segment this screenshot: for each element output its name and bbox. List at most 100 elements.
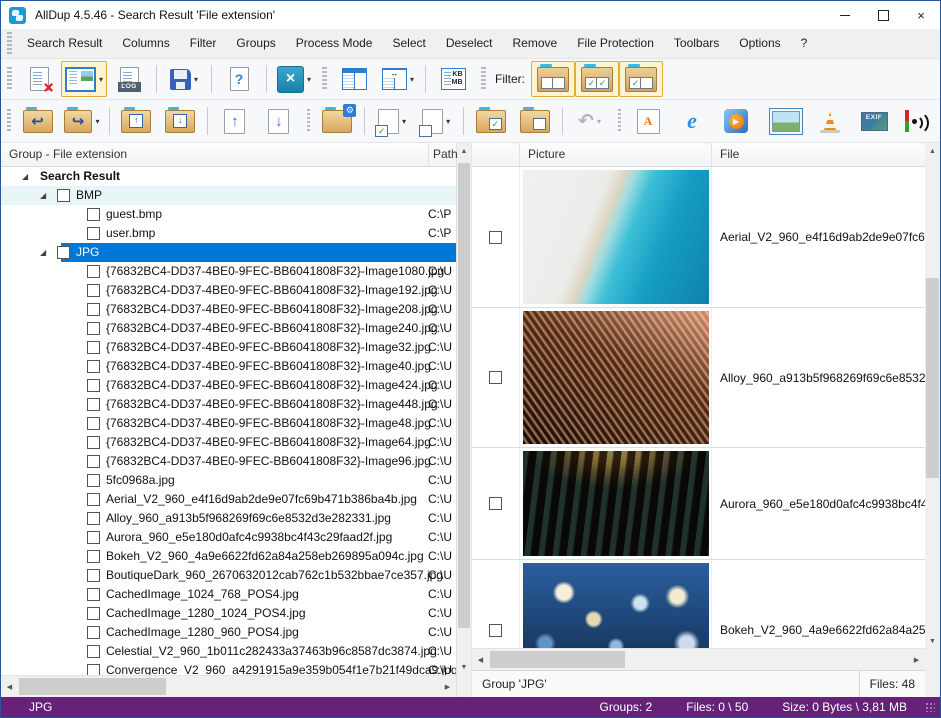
row-checkbox[interactable] <box>87 436 100 449</box>
audio-player-button[interactable] <box>896 103 940 139</box>
help-button[interactable]: ? <box>217 61 261 97</box>
row-checkbox[interactable] <box>57 189 70 202</box>
deselect-folder-button[interactable] <box>513 103 557 139</box>
grid-row[interactable]: Aerial_V2_960_e4f16d9ab2de9e07fc69b4 <box>472 167 925 308</box>
dropdown-arrow-icon[interactable]: ▾ <box>446 117 450 126</box>
folder-up-button[interactable]: ↑ <box>114 103 158 139</box>
text-viewer-button[interactable]: A <box>626 103 670 139</box>
tree-row[interactable]: Celestial_V2_960_1b011c282433a37463b96c8… <box>1 642 456 661</box>
scrollbar-thumb[interactable] <box>458 163 470 628</box>
tree-row[interactable]: {76832BC4-DD37-4BE0-9FEC-BB6041808F32}-I… <box>1 319 456 338</box>
thumbnail-aerial[interactable] <box>523 170 709 304</box>
tree-row[interactable]: {76832BC4-DD37-4BE0-9FEC-BB6041808F32}-I… <box>1 262 456 281</box>
menu-groups[interactable]: Groups <box>226 29 285 58</box>
toolbar-gripper[interactable] <box>7 67 12 91</box>
dropdown-arrow-icon[interactable]: ▾ <box>307 75 311 84</box>
row-checkbox[interactable] <box>87 512 100 525</box>
menu-columns[interactable]: Columns <box>112 29 179 58</box>
row-checkbox[interactable] <box>87 417 100 430</box>
tree-row-selected[interactable]: ◢JPG <box>1 243 456 262</box>
column-header-path[interactable]: Path <box>428 143 458 166</box>
tree-row[interactable]: guest.bmpC:\P <box>1 205 456 224</box>
import-file-button[interactable]: ↓ <box>257 103 301 139</box>
menu-help[interactable]: ? <box>791 29 818 58</box>
close-search-result-button[interactable]: × <box>17 61 61 97</box>
dropdown-arrow-icon[interactable]: ▾ <box>410 75 414 84</box>
undo-button[interactable]: ↶ ▾ <box>568 103 612 139</box>
exit-button[interactable]: × ▾ <box>272 61 316 97</box>
filter-show-all-button[interactable] <box>531 61 575 97</box>
tree-row[interactable]: {76832BC4-DD37-4BE0-9FEC-BB6041808F32}-I… <box>1 281 456 300</box>
tree-row[interactable]: {76832BC4-DD37-4BE0-9FEC-BB6041808F32}-I… <box>1 376 456 395</box>
tree-row[interactable]: {76832BC4-DD37-4BE0-9FEC-BB6041808F32}-I… <box>1 338 456 357</box>
tree-horizontal-scrollbar[interactable]: ◀ ▶ <box>1 675 456 697</box>
scroll-down-icon[interactable]: ▼ <box>925 633 940 649</box>
media-player-button[interactable]: ▶ <box>714 103 758 139</box>
expand-arrow-icon[interactable]: ◢ <box>40 186 50 205</box>
row-checkbox[interactable] <box>87 379 100 392</box>
scroll-down-icon[interactable]: ▼ <box>457 659 471 675</box>
row-checkbox[interactable] <box>87 227 100 240</box>
tree-row[interactable]: Bokeh_V2_960_4a9e6622fd62a84a258eb269895… <box>1 547 456 566</box>
menu-toolbars[interactable]: Toolbars <box>664 29 729 58</box>
minimize-button[interactable] <box>826 1 864 29</box>
tree-row[interactable]: {76832BC4-DD37-4BE0-9FEC-BB6041808F32}-I… <box>1 452 456 471</box>
scroll-left-icon[interactable]: ◀ <box>472 649 489 670</box>
close-button[interactable]: × <box>902 1 940 29</box>
folder-down-button[interactable]: ↓ <box>158 103 202 139</box>
row-checkbox[interactable] <box>87 493 100 506</box>
tree-row[interactable]: Aurora_960_e5e180d0afc4c9938bc4f43c29faa… <box>1 528 456 547</box>
row-checkbox[interactable] <box>87 607 100 620</box>
dropdown-arrow-icon[interactable]: ▾ <box>402 117 406 126</box>
dropdown-arrow-icon[interactable]: ▾ <box>99 75 103 84</box>
tree-row[interactable]: {76832BC4-DD37-4BE0-9FEC-BB6041808F32}-I… <box>1 433 456 452</box>
tree-row[interactable]: {76832BC4-DD37-4BE0-9FEC-BB6041808F32}-I… <box>1 414 456 433</box>
tree-row[interactable]: 5fc0968a.jpgC:\U <box>1 471 456 490</box>
save-button[interactable]: ▾ <box>162 61 206 97</box>
tree-row[interactable]: CachedImage_1024_768_POS4.jpgC:\U <box>1 585 456 604</box>
row-checkbox[interactable] <box>489 371 502 384</box>
grid-row[interactable]: Aurora_960_e5e180d0afc4c9938bc4f43c <box>472 448 925 560</box>
menu-file-protection[interactable]: File Protection <box>567 29 664 58</box>
maximize-button[interactable] <box>864 1 902 29</box>
row-checkbox[interactable] <box>87 360 100 373</box>
menu-select[interactable]: Select <box>382 29 435 58</box>
dropdown-arrow-icon[interactable]: ▾ <box>194 75 198 84</box>
column-header-picture[interactable]: Picture <box>520 143 712 166</box>
folder-options-button[interactable]: ⚙ <box>315 103 359 139</box>
exif-button[interactable]: EXIF <box>852 103 896 139</box>
toolbar-gripper[interactable] <box>307 109 311 133</box>
scroll-up-icon[interactable]: ▲ <box>925 143 940 159</box>
column-header-checkbox[interactable] <box>472 143 520 166</box>
row-checkbox[interactable] <box>57 246 70 259</box>
tree-row[interactable]: {76832BC4-DD37-4BE0-9FEC-BB6041808F32}-I… <box>1 395 456 414</box>
menu-search-result[interactable]: Search Result <box>17 29 112 58</box>
tree-row[interactable]: Convergence_V2_960_a4291915a9e359b054f1e… <box>1 661 456 675</box>
grid-row[interactable]: Alloy_960_a913b5f968269f69c6e8532d3e <box>472 308 925 448</box>
deselect-file-button[interactable]: ▾ <box>414 103 458 139</box>
menu-options[interactable]: Options <box>729 29 790 58</box>
row-checkbox[interactable] <box>87 531 100 544</box>
toolbar-gripper[interactable] <box>618 109 622 133</box>
row-checkbox[interactable] <box>87 265 100 278</box>
row-checkbox[interactable] <box>87 322 100 335</box>
row-checkbox[interactable] <box>87 455 100 468</box>
grid-horizontal-scrollbar[interactable]: ◀ ▶ <box>472 648 925 670</box>
tree-row[interactable]: BoutiqueDark_960_2670632012cab762c1b532b… <box>1 566 456 585</box>
row-checkbox[interactable] <box>489 624 502 637</box>
thumbnail-alloy[interactable] <box>523 311 709 444</box>
tree-vertical-scrollbar[interactable]: ▲ ▼ <box>457 143 471 697</box>
filter-show-mixed-button[interactable]: ✓ <box>619 61 663 97</box>
expand-arrow-icon[interactable]: ◢ <box>22 167 32 186</box>
tree-row[interactable]: Alloy_960_a913b5f968269f69c6e8532d3e2823… <box>1 509 456 528</box>
select-folder-button[interactable]: ✓ <box>469 103 513 139</box>
thumbnail-aurora[interactable] <box>523 451 709 556</box>
row-checkbox[interactable] <box>489 231 502 244</box>
tree-row[interactable]: user.bmpC:\P <box>1 224 456 243</box>
scrollbar-thumb[interactable] <box>926 278 939 478</box>
tree-row[interactable]: {76832BC4-DD37-4BE0-9FEC-BB6041808F32}-I… <box>1 357 456 376</box>
row-checkbox[interactable] <box>87 645 100 658</box>
column-width-button[interactable]: ↔ ▾ <box>376 61 420 97</box>
expand-arrow-icon[interactable]: ◢ <box>40 243 50 262</box>
log-button[interactable]: LOG <box>107 61 151 97</box>
